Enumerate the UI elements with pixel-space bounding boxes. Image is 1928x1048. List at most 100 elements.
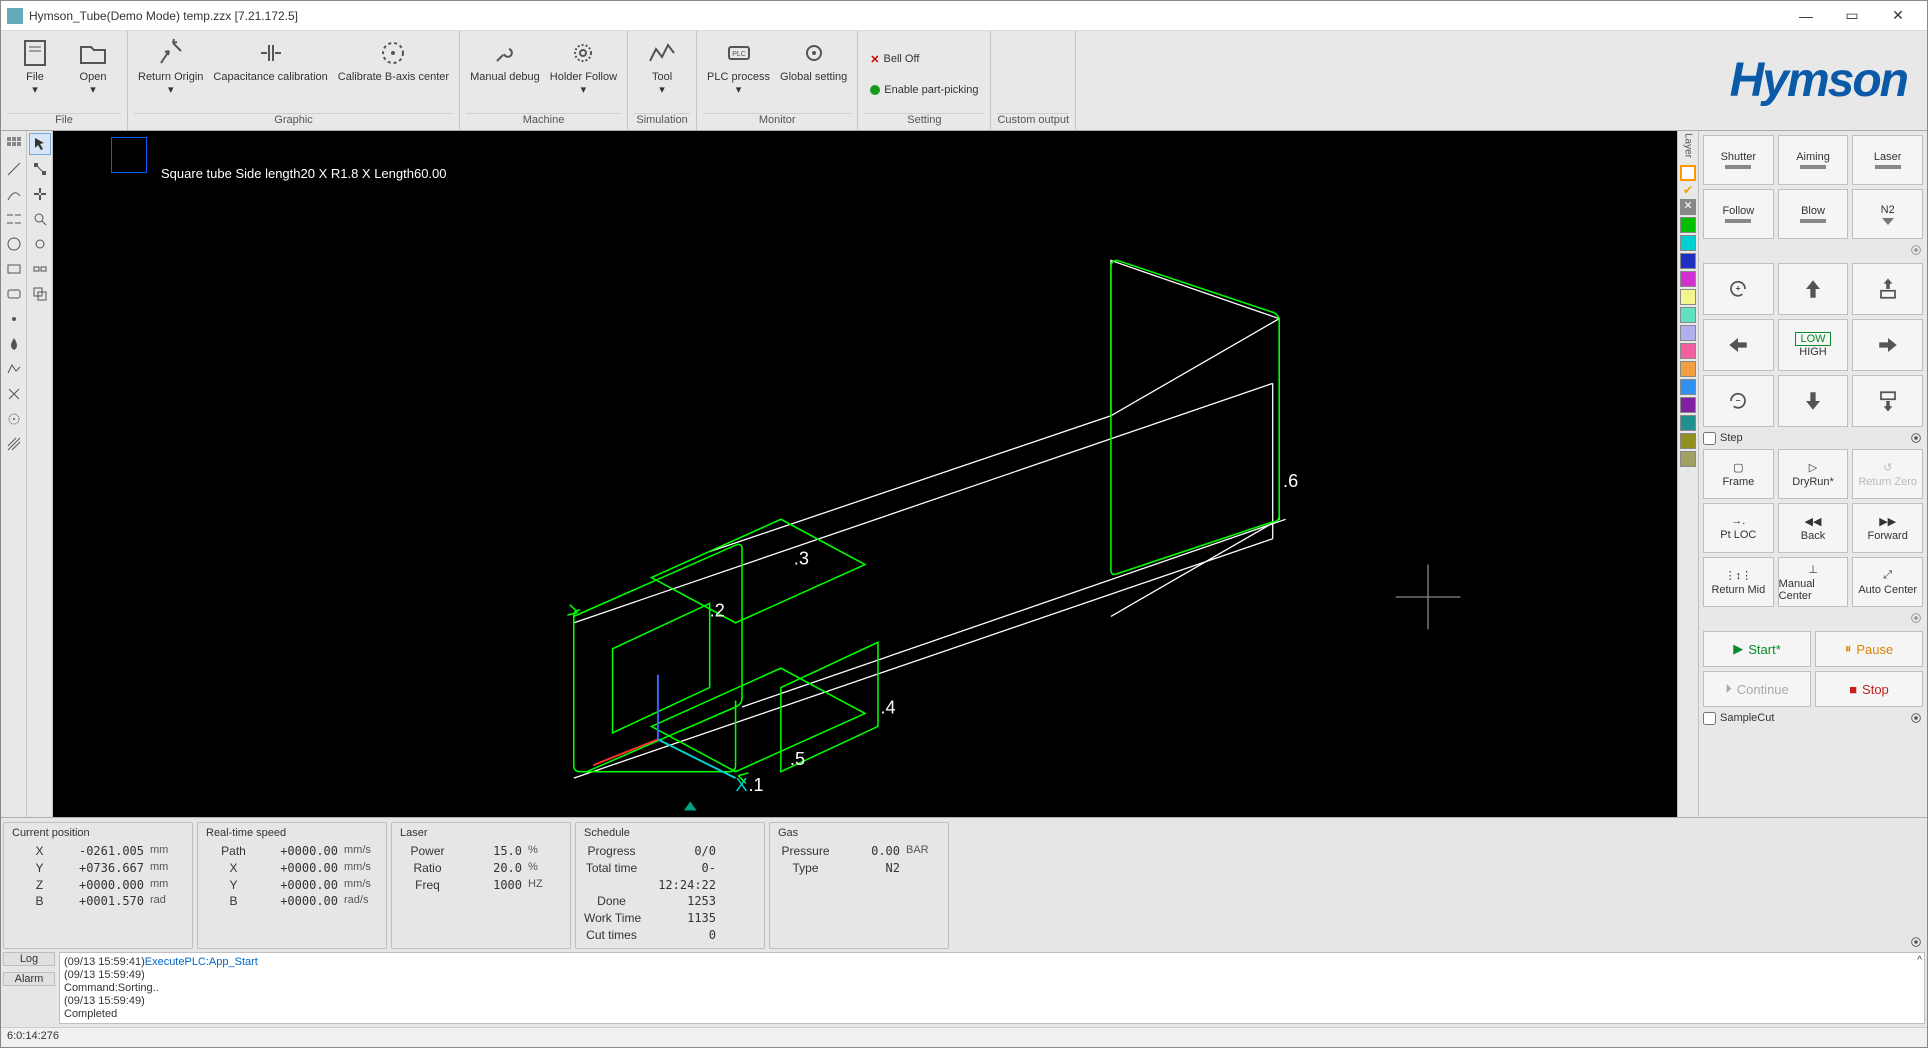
point-tool[interactable] [3,308,25,330]
laser-button[interactable]: Laser [1852,135,1923,185]
viewport[interactable]: Square tube Side length20 X R1.8 X Lengt… [53,131,1677,817]
return-zero-button[interactable]: ↺Return Zero [1852,449,1923,499]
layer-swatch[interactable] [1680,253,1696,269]
dryrun-button[interactable]: ▷DryRun* [1778,449,1849,499]
pause-button[interactable]: ⏸Pause [1815,631,1923,667]
open-button[interactable]: Open▾ [65,35,121,113]
select-tool[interactable] [29,133,51,155]
plc-process-button[interactable]: PLCPLC process▾ [703,35,774,113]
holder-follow-button[interactable]: Holder Follow▾ [546,35,621,113]
low-high-button[interactable]: LOWHIGH [1778,319,1849,371]
gear-icon[interactable] [1909,431,1923,445]
gear-icon[interactable] [1909,935,1923,949]
jog-down-button[interactable] [1778,375,1849,427]
rotate-cw-button[interactable]: − [1703,375,1774,427]
rotate-ccw-button[interactable]: + [1703,263,1774,315]
z-up-button[interactable] [1852,263,1923,315]
maximize-button[interactable]: ▭ [1829,1,1875,31]
n2-button[interactable]: N2 [1852,189,1923,239]
gear-icon[interactable] [1909,711,1923,725]
cross-tool[interactable] [3,383,25,405]
group-label-custom: Custom output [997,113,1069,130]
layer-close-icon[interactable]: ✕ [1680,199,1696,215]
line-tool[interactable] [3,158,25,180]
calibrate-b-axis-button[interactable]: Calibrate B-axis center [334,35,453,113]
pt-loc-button[interactable]: →.Pt LOC [1703,503,1774,553]
break-tool[interactable] [29,258,51,280]
back-button[interactable]: ◀◀Back [1778,503,1849,553]
start-button[interactable]: ▶Start* [1703,631,1811,667]
navigator-box[interactable] [111,137,147,173]
return-origin-button[interactable]: Return Origin▾ [134,35,207,113]
layer-strip: Layer ✔ ✕ [1677,131,1699,817]
log-tab[interactable]: Log [3,952,55,966]
current-position-panel: Current position X-0261.005mm Y+0736.667… [3,822,193,949]
layer-swatch[interactable] [1680,451,1696,467]
bevel-rect-tool[interactable] [3,283,25,305]
center-tool[interactable] [3,408,25,430]
minimize-button[interactable]: — [1783,1,1829,31]
jog-up-button[interactable] [1778,263,1849,315]
realtime-speed-panel: Real-time speed Path+0000.00mm/s X+0000.… [197,822,387,949]
continue-button[interactable]: ⏵Continue [1703,671,1811,707]
frame-button[interactable]: ▢Frame [1703,449,1774,499]
jog-right-button[interactable] [1852,319,1923,371]
stop-button[interactable]: ■Stop [1815,671,1923,707]
aiming-button[interactable]: Aiming [1778,135,1849,185]
brand-logo: Hymson [1710,31,1927,130]
svg-text:.5: .5 [790,749,805,769]
alarm-tab[interactable]: Alarm [3,972,55,986]
layer-swatch[interactable] [1680,325,1696,341]
shutter-button[interactable]: Shutter [1703,135,1774,185]
copies-tool[interactable] [29,283,51,305]
blow-button[interactable]: Blow [1778,189,1849,239]
chevron-up-icon[interactable]: ^ [1917,955,1922,966]
layer-swatch[interactable] [1680,165,1696,181]
layer-swatch[interactable] [1680,415,1696,431]
tool-column-left-1 [1,131,27,817]
log-output[interactable]: (09/13 15:59:41)ExecutePLC:App_Start (09… [59,952,1925,1024]
file-button[interactable]: File▾ [7,35,63,113]
forward-button[interactable]: ▶▶Forward [1852,503,1923,553]
enable-part-picking-toggle[interactable]: Enable part-picking [864,78,984,102]
layer-swatch[interactable] [1680,271,1696,287]
gear-icon[interactable] [1909,243,1923,257]
capacitance-calibration-button[interactable]: Capacitance calibration [209,35,331,113]
z-down-button[interactable] [1852,375,1923,427]
jog-left-button[interactable] [1703,319,1774,371]
zoom-tool[interactable] [29,208,51,230]
manual-debug-button[interactable]: Manual debug [466,35,544,113]
follow-button[interactable]: Follow [1703,189,1774,239]
hatch-tool[interactable] [3,433,25,455]
curve-tool[interactable] [3,183,25,205]
layer-swatch[interactable] [1680,307,1696,323]
layer-swatch[interactable] [1680,289,1696,305]
layer-swatch[interactable] [1680,343,1696,359]
pan-tool[interactable] [29,183,51,205]
samplecut-checkbox[interactable]: SampleCut [1703,712,1774,725]
layer-swatch[interactable] [1680,361,1696,377]
layer-swatch[interactable] [1680,235,1696,251]
tool-button[interactable]: Tool▾ [634,35,690,113]
rect-tool[interactable] [3,258,25,280]
drop-tool[interactable] [3,333,25,355]
step-checkbox[interactable]: Step [1703,432,1743,445]
close-button[interactable]: ✕ [1875,1,1921,31]
auto-center-button[interactable]: ⤢Auto Center [1852,557,1923,607]
layer-swatch[interactable] [1680,433,1696,449]
global-setting-button[interactable]: Global setting [776,35,851,113]
layer-swatch[interactable] [1680,397,1696,413]
layer-swatch[interactable] [1680,379,1696,395]
circle-large-tool[interactable] [3,233,25,255]
manual-center-button[interactable]: ⊥Manual Center [1778,557,1849,607]
circle-small-tool[interactable] [29,233,51,255]
gear-icon[interactable] [1909,611,1923,625]
return-mid-button[interactable]: ⋮↕⋮Return Mid [1703,557,1774,607]
bell-off-toggle[interactable]: ✕Bell Off [864,47,984,72]
grid-snap-tool[interactable] [3,133,25,155]
mirror-tool[interactable] [3,208,25,230]
svg-text:.6: .6 [1283,471,1298,491]
layer-swatch[interactable] [1680,217,1696,233]
polyline-tool[interactable] [3,358,25,380]
node-edit-tool[interactable] [29,158,51,180]
